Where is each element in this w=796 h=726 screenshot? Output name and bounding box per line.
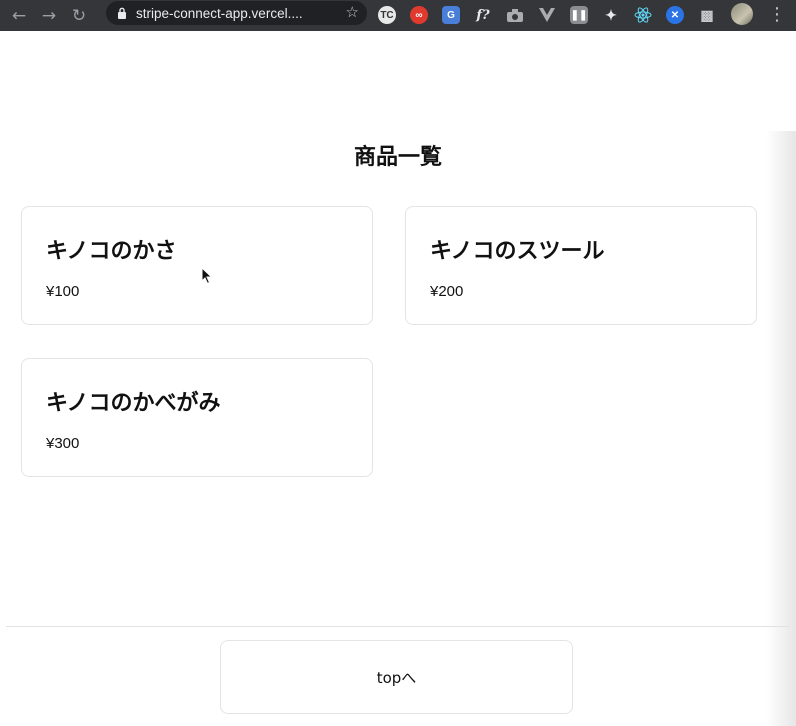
menu-kebab-icon[interactable]: ⋮ bbox=[768, 4, 786, 26]
product-card[interactable]: キノコのかべがみ ¥300 bbox=[21, 358, 373, 477]
product-price: ¥100 bbox=[46, 283, 80, 300]
tc-extension-icon[interactable]: TC bbox=[378, 6, 396, 24]
vue-extension-icon[interactable] bbox=[538, 6, 556, 24]
lock-icon bbox=[117, 7, 127, 19]
footer-divider bbox=[6, 626, 790, 627]
extensions-bar: TC ∞ G f? ❚❚ ✦ ✕ ▩ bbox=[378, 3, 730, 27]
top-link-button[interactable]: topへ bbox=[220, 640, 573, 714]
puzzle-extensions-icon[interactable]: ▩ bbox=[698, 6, 716, 24]
profile-avatar[interactable] bbox=[731, 3, 753, 25]
bookmark-star-icon[interactable]: ☆ bbox=[346, 3, 359, 21]
font-extension-icon[interactable]: f? bbox=[474, 6, 492, 24]
address-bar[interactable]: stripe-connect-app.vercel.... ☆ bbox=[106, 1, 367, 25]
adobe-extension-icon[interactable]: ∞ bbox=[410, 6, 428, 24]
product-name: キノコのスツール bbox=[430, 239, 605, 264]
mouse-cursor-icon bbox=[201, 266, 213, 285]
product-price: ¥200 bbox=[430, 283, 464, 300]
product-card[interactable]: キノコのスツール ¥200 bbox=[405, 206, 757, 325]
product-card[interactable]: キノコのかさ ¥100 bbox=[21, 206, 373, 325]
broom-extension-icon[interactable]: ✦ bbox=[602, 6, 620, 24]
product-name: キノコのかべがみ bbox=[46, 391, 221, 416]
react-extension-icon[interactable] bbox=[634, 6, 652, 24]
page-title: 商品一覧 bbox=[353, 145, 442, 170]
pause-extension-icon[interactable]: ❚❚ bbox=[570, 6, 588, 24]
product-name: キノコのかさ bbox=[46, 239, 177, 264]
url-text[interactable]: stripe-connect-app.vercel.... bbox=[136, 6, 303, 21]
camera-extension-icon[interactable] bbox=[506, 6, 524, 24]
page-edge-shadow bbox=[766, 131, 796, 726]
translate-extension-icon[interactable]: G bbox=[442, 6, 460, 24]
blue-extension-icon[interactable]: ✕ bbox=[666, 6, 684, 24]
back-arrow-icon[interactable]: ← bbox=[8, 5, 30, 27]
browser-toolbar: ← → ↻ stripe-connect-app.vercel.... ☆ TC… bbox=[0, 0, 796, 31]
reload-icon[interactable]: ↻ bbox=[68, 5, 90, 27]
forward-arrow-icon[interactable]: → bbox=[38, 5, 60, 27]
product-price: ¥300 bbox=[46, 435, 80, 452]
page-content: 商品一覧 キノコのかさ ¥100 キノコのスツール ¥200 キノコのかべがみ … bbox=[0, 31, 796, 726]
